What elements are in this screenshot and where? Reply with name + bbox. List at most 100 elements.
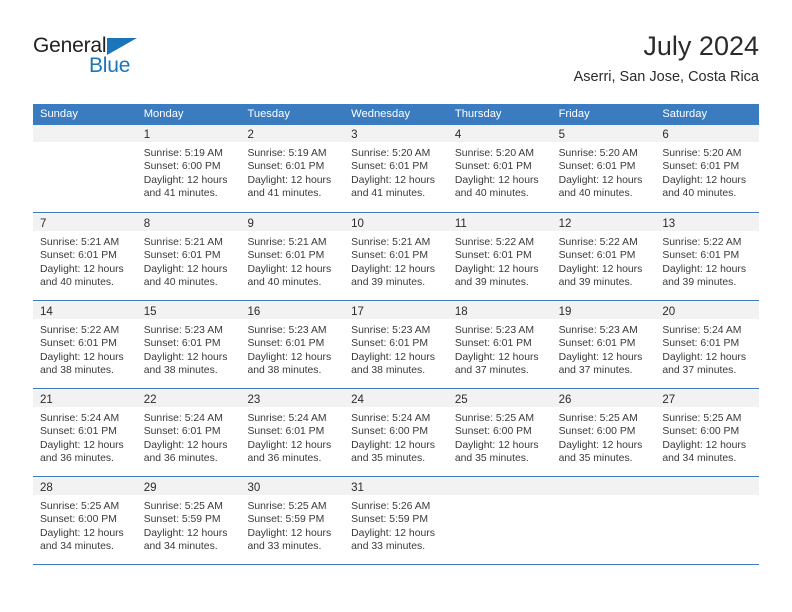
day-number-band: 18 <box>447 302 552 319</box>
calendar-day-cell[interactable]: 27 Sunrise: 5:25 AM Sunset: 6:00 PM Dayligh… <box>655 390 760 476</box>
calendar-day-cell[interactable]: 25 Sunrise: 5:25 AM Sunset: 6:00 PM Dayligh… <box>447 390 552 476</box>
day-detail-line: Sunrise: 5:23 AM <box>558 325 638 336</box>
calendar-day-cell[interactable]: 5 Sunrise: 5:20 AM Sunset: 6:01 PM Daylight… <box>551 125 656 212</box>
day-number-band <box>33 125 137 142</box>
calendar-day-cell[interactable]: 17 Sunrise: 5:23 AM Sunset: 6:01 PM Dayligh… <box>344 302 448 388</box>
calendar-day-cell[interactable]: 31 Sunrise: 5:26 AM Sunset: 5:59 PM Dayligh… <box>344 478 448 564</box>
calendar-day-cell[interactable]: 8 Sunrise: 5:21 AM Sunset: 6:01 PM Daylight… <box>136 214 241 300</box>
day-details: Sunrise: 5:24 AM Sunset: 6:01 PM Daylight:… <box>655 319 759 378</box>
day-number-band: 19 <box>551 302 656 319</box>
calendar-day-cell[interactable]: 22 Sunrise: 5:24 AM Sunset: 6:01 PM Dayligh… <box>136 390 241 476</box>
day-detail-line: and 40 minutes. <box>143 277 218 289</box>
calendar-week-row: 21 Sunrise: 5:24 AM Sunset: 6:01 PM Dayligh… <box>33 389 760 477</box>
calendar-day-cell[interactable]: 24 Sunrise: 5:24 AM Sunset: 6:00 PM Dayligh… <box>344 390 448 476</box>
day-detail-line: Sunrise: 5:24 AM <box>351 413 431 424</box>
weekday-header-wednesday: Wednesday <box>351 108 411 120</box>
day-detail-line: Sunset: 6:01 PM <box>143 426 221 438</box>
day-detail-line: Sunrise: 5:20 AM <box>351 148 431 159</box>
calendar-day-cell[interactable]: 2 Sunrise: 5:19 AM Sunset: 6:01 PM Daylight… <box>240 125 345 212</box>
day-detail-line: Daylight: 12 hours <box>143 351 228 363</box>
day-number-band: 6 <box>655 125 760 142</box>
day-number-band <box>447 478 552 495</box>
day-number: 31 <box>351 482 364 494</box>
day-details: Sunrise: 5:25 AM Sunset: 5:59 PM Daylight:… <box>137 495 241 554</box>
day-details: Sunrise: 5:24 AM Sunset: 6:01 PM Daylight:… <box>137 407 241 466</box>
day-number: 20 <box>662 306 676 318</box>
day-detail-line: Sunset: 6:01 PM <box>454 338 532 350</box>
calendar-day-cell[interactable]: 14 Sunrise: 5:22 AM Sunset: 6:01 PM Dayligh… <box>33 302 137 388</box>
day-detail-line: and 35 minutes. <box>558 453 633 465</box>
calendar-day-cell[interactable]: 9 Sunrise: 5:21 AM Sunset: 6:01 PM Daylight… <box>240 214 345 300</box>
day-detail-line: and 39 minutes. <box>351 277 426 289</box>
day-number-band <box>551 478 656 495</box>
day-number: 10 <box>351 218 364 230</box>
calendar-day-cell[interactable]: 7 Sunrise: 5:21 AM Sunset: 6:01 PM Daylight… <box>33 214 137 300</box>
calendar-day-cell[interactable]: 21 Sunrise: 5:24 AM Sunset: 6:01 PM Dayligh… <box>33 390 137 476</box>
day-details: Sunrise: 5:20 AM Sunset: 6:01 PM Daylight:… <box>448 142 552 201</box>
calendar-day-cell[interactable]: 30 Sunrise: 5:25 AM Sunset: 5:59 PM Dayligh… <box>240 478 345 564</box>
calendar-day-cell[interactable]: 6 Sunrise: 5:20 AM Sunset: 6:01 PM Daylight… <box>655 125 760 212</box>
day-number: 28 <box>40 482 53 494</box>
calendar-day-cell[interactable]: 16 Sunrise: 5:23 AM Sunset: 6:01 PM Dayligh… <box>240 302 345 388</box>
day-detail-line: Sunset: 6:01 PM <box>662 338 740 350</box>
day-number: 13 <box>662 218 676 230</box>
calendar-day-cell[interactable]: 23 Sunrise: 5:24 AM Sunset: 6:01 PM Dayligh… <box>240 390 345 476</box>
calendar-page: General Blue July 2024 Aserri, San Jose,… <box>0 0 792 612</box>
calendar-day-cell[interactable]: 11 Sunrise: 5:22 AM Sunset: 6:01 PM Dayligh… <box>447 214 552 300</box>
day-number-band: 24 <box>344 390 448 407</box>
day-details: Sunrise: 5:21 AM Sunset: 6:01 PM Daylight:… <box>240 231 344 290</box>
day-detail-line: Sunset: 6:01 PM <box>558 250 636 262</box>
day-detail-line: Daylight: 12 hours <box>143 527 228 539</box>
calendar-day-cell[interactable]: 4 Sunrise: 5:20 AM Sunset: 6:01 PM Daylight… <box>447 125 552 212</box>
calendar-day-cell[interactable]: 26 Sunrise: 5:25 AM Sunset: 6:00 PM Dayligh… <box>551 390 656 476</box>
day-detail-line: Sunrise: 5:24 AM <box>662 325 742 336</box>
day-details: Sunrise: 5:25 AM Sunset: 6:00 PM Daylight:… <box>448 407 552 466</box>
day-details: Sunrise: 5:24 AM Sunset: 6:01 PM Daylight:… <box>33 407 137 466</box>
day-number: 5 <box>558 129 565 141</box>
day-details <box>448 495 552 500</box>
day-number-band: 21 <box>33 390 137 407</box>
day-detail-line: and 41 minutes. <box>351 188 426 200</box>
day-detail-line: Sunrise: 5:22 AM <box>454 237 535 248</box>
day-detail-line: and 40 minutes. <box>454 188 529 200</box>
day-details: Sunrise: 5:21 AM Sunset: 6:01 PM Daylight:… <box>137 231 241 290</box>
calendar-cell-empty <box>447 478 552 564</box>
calendar-day-cell[interactable]: 20 Sunrise: 5:24 AM Sunset: 6:01 PM Dayligh… <box>655 302 760 388</box>
day-number: 4 <box>454 129 462 141</box>
day-detail-line: Sunrise: 5:26 AM <box>351 501 431 512</box>
calendar-day-cell[interactable]: 12 Sunrise: 5:22 AM Sunset: 6:01 PM Dayligh… <box>551 214 656 300</box>
day-details <box>552 495 656 500</box>
calendar-day-cell[interactable]: 19 Sunrise: 5:23 AM Sunset: 6:01 PM Dayligh… <box>551 302 656 388</box>
weekday-header-thursday: Thursday <box>454 108 502 120</box>
day-detail-line: Sunset: 6:01 PM <box>662 161 740 173</box>
calendar-day-cell[interactable]: 28 Sunrise: 5:25 AM Sunset: 6:00 PM Dayligh… <box>33 478 137 564</box>
day-detail-line: Daylight: 12 hours <box>351 439 435 451</box>
day-number: 3 <box>351 129 358 141</box>
day-detail-line: and 40 minutes. <box>662 188 737 200</box>
calendar-weeks: 1 Sunrise: 5:19 AM Sunset: 6:00 PM Daylight… <box>33 125 760 565</box>
calendar-day-cell[interactable]: 15 Sunrise: 5:23 AM Sunset: 6:01 PM Dayligh… <box>136 302 241 388</box>
day-number-band: 27 <box>655 390 760 407</box>
day-detail-line: Daylight: 12 hours <box>662 263 747 275</box>
day-details: Sunrise: 5:22 AM Sunset: 6:01 PM Daylight:… <box>552 231 656 290</box>
day-details: Sunrise: 5:21 AM Sunset: 6:01 PM Daylight:… <box>33 231 137 290</box>
day-detail-line: and 36 minutes. <box>40 453 114 465</box>
calendar-cell-empty <box>33 125 137 212</box>
day-detail-line: and 36 minutes. <box>143 453 218 465</box>
calendar-day-cell[interactable]: 13 Sunrise: 5:22 AM Sunset: 6:01 PM Dayligh… <box>655 214 760 300</box>
day-detail-line: Daylight: 12 hours <box>143 263 228 275</box>
day-detail-line: Daylight: 12 hours <box>351 174 435 186</box>
day-detail-line: Daylight: 12 hours <box>662 439 747 451</box>
calendar-day-cell[interactable]: 10 Sunrise: 5:21 AM Sunset: 6:01 PM Dayligh… <box>344 214 448 300</box>
day-detail-line: Sunrise: 5:24 AM <box>40 413 120 424</box>
calendar-day-cell[interactable]: 29 Sunrise: 5:25 AM Sunset: 5:59 PM Dayligh… <box>136 478 241 564</box>
weekday-header-sunday: Sunday <box>40 108 78 120</box>
day-number: 9 <box>247 218 254 230</box>
day-detail-line: Daylight: 12 hours <box>40 439 124 451</box>
day-details: Sunrise: 5:23 AM Sunset: 6:01 PM Daylight:… <box>137 319 241 378</box>
calendar-day-cell[interactable]: 1 Sunrise: 5:19 AM Sunset: 6:00 PM Daylight… <box>136 125 241 212</box>
calendar-day-cell[interactable]: 18 Sunrise: 5:23 AM Sunset: 6:01 PM Dayligh… <box>447 302 552 388</box>
day-details: Sunrise: 5:24 AM Sunset: 6:00 PM Daylight:… <box>344 407 448 466</box>
day-details <box>655 495 759 500</box>
calendar-day-cell[interactable]: 3 Sunrise: 5:20 AM Sunset: 6:01 PM Daylight… <box>344 125 448 212</box>
